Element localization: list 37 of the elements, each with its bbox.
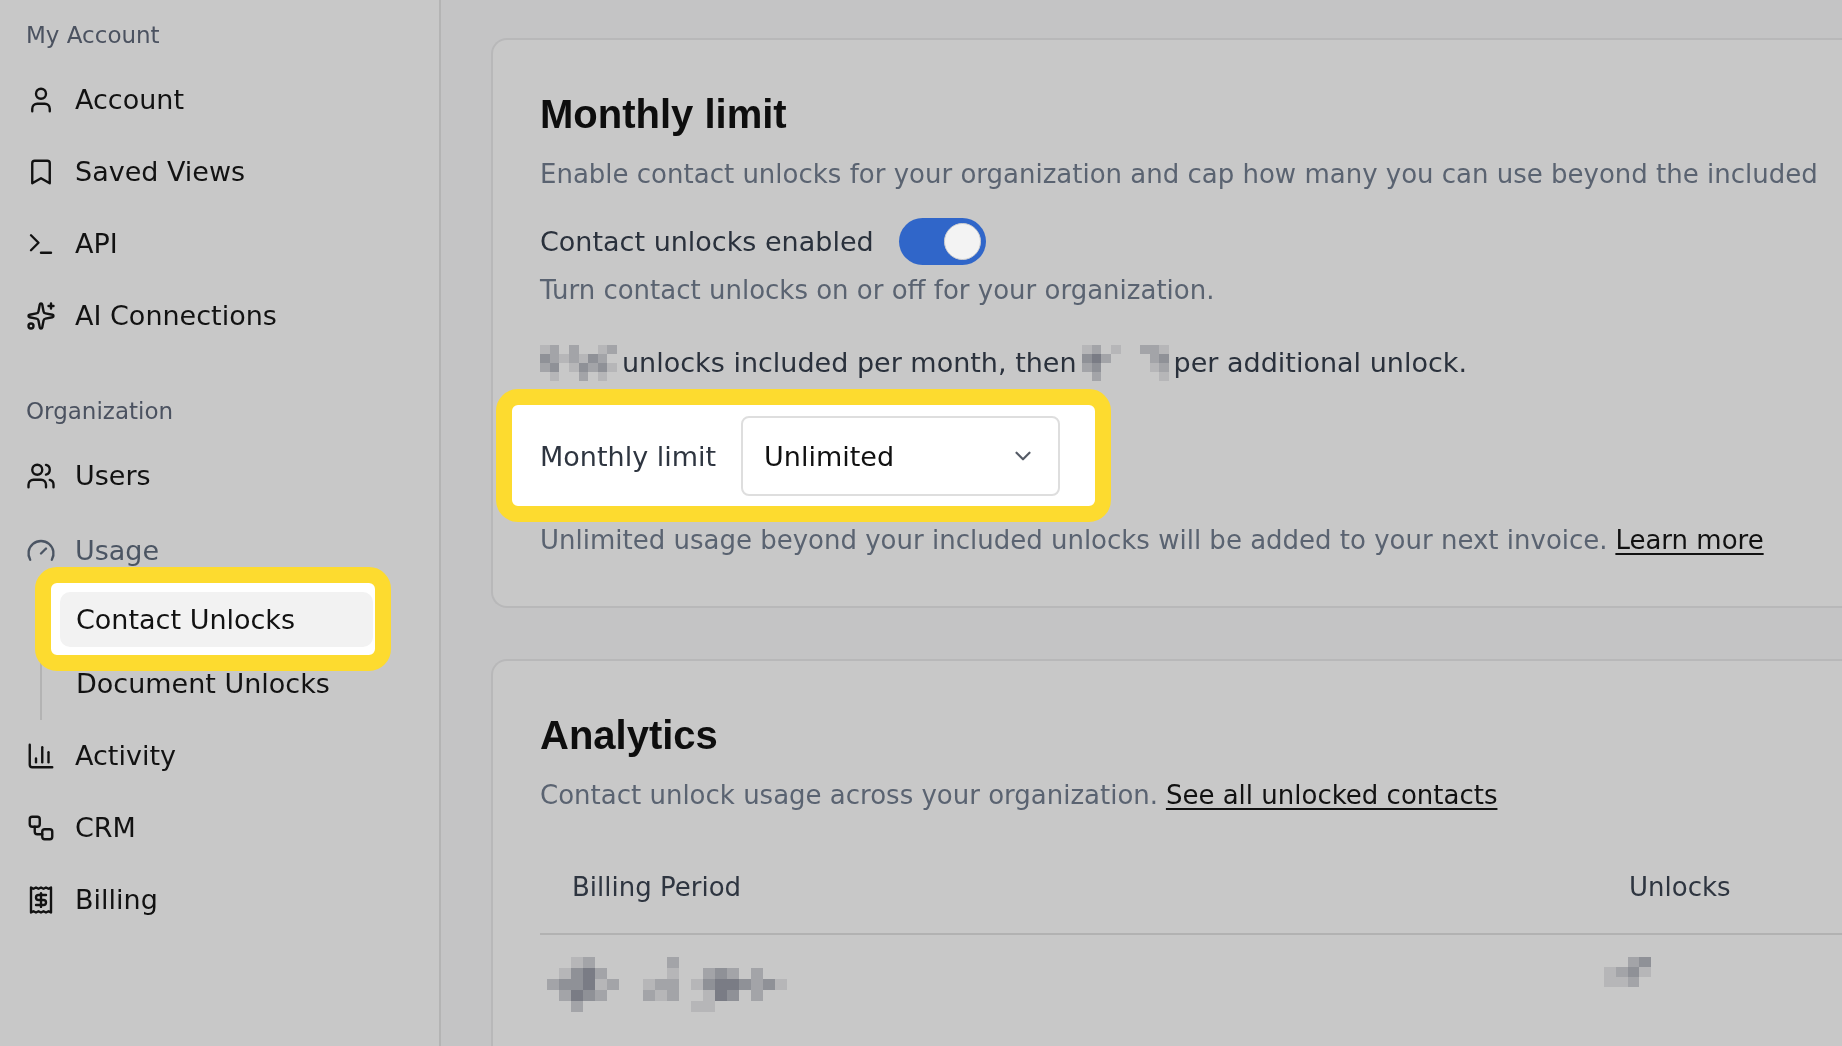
pixelated-redaction-icon: [547, 957, 787, 1012]
column-header: Billing Period: [540, 840, 1597, 935]
section-heading: My Account: [26, 21, 160, 50]
pixelated-redaction-icon: [1081, 345, 1169, 381]
field-label: Monthly limit: [540, 440, 717, 472]
nav-item[interactable]: Users: [24, 440, 159, 512]
pixelated-redaction-icon: [540, 345, 617, 381]
toggle-label: Contact unlocks enabled: [540, 224, 874, 259]
bar-chart-icon: [26, 741, 56, 771]
nav-item[interactable]: Activity: [24, 720, 184, 792]
card-description: Enable contact unlocks for your organization and cap how many you can use beyond the included: [540, 158, 1818, 191]
column-header: Unlocks: [1597, 840, 1842, 935]
nav-item[interactable]: Saved Views: [24, 136, 254, 208]
connected-squares-icon: [26, 813, 56, 843]
section-heading: Organization: [26, 397, 174, 426]
sparkles-icon: [26, 301, 56, 331]
toggle-hint: Turn contact unlocks on or off for your organization.: [540, 274, 1215, 307]
subnav-item[interactable]: Contact Unlocks: [60, 592, 373, 647]
nav-item[interactable]: API: [24, 208, 126, 280]
card-title: Analytics: [540, 712, 718, 759]
allowance-text: unlocks included per month, then: [622, 346, 1077, 380]
allowance-text: per additional unlock.: [1173, 346, 1467, 380]
users-icon: [26, 461, 56, 491]
nav-item[interactable]: Account: [24, 64, 192, 136]
nav-item[interactable]: AI Connections: [24, 280, 285, 352]
toggle-switch[interactable]: [898, 218, 986, 265]
nav-item[interactable]: Billing: [24, 864, 166, 936]
monthly-limit-select[interactable]: Unlimited: [741, 416, 1061, 496]
nav-item[interactable]: CRM: [24, 792, 144, 864]
learn-more-link[interactable]: Learn more: [1615, 525, 1764, 555]
nav-item[interactable]: Usage: [24, 536, 168, 566]
subnav-item[interactable]: Document Unlocks: [60, 671, 373, 697]
pixelated-redaction-icon: [1604, 957, 1651, 987]
card-title: Monthly limit: [540, 91, 787, 138]
usage-note: Unlimited usage beyond your included unlocks will be added to your next invoice. Learn more: [540, 524, 1764, 557]
card-description: Contact unlock usage across your organization. See all unlocked contacts: [540, 779, 1498, 812]
unlocked-contacts-link[interactable]: See all unlocked contacts: [1165, 780, 1498, 810]
